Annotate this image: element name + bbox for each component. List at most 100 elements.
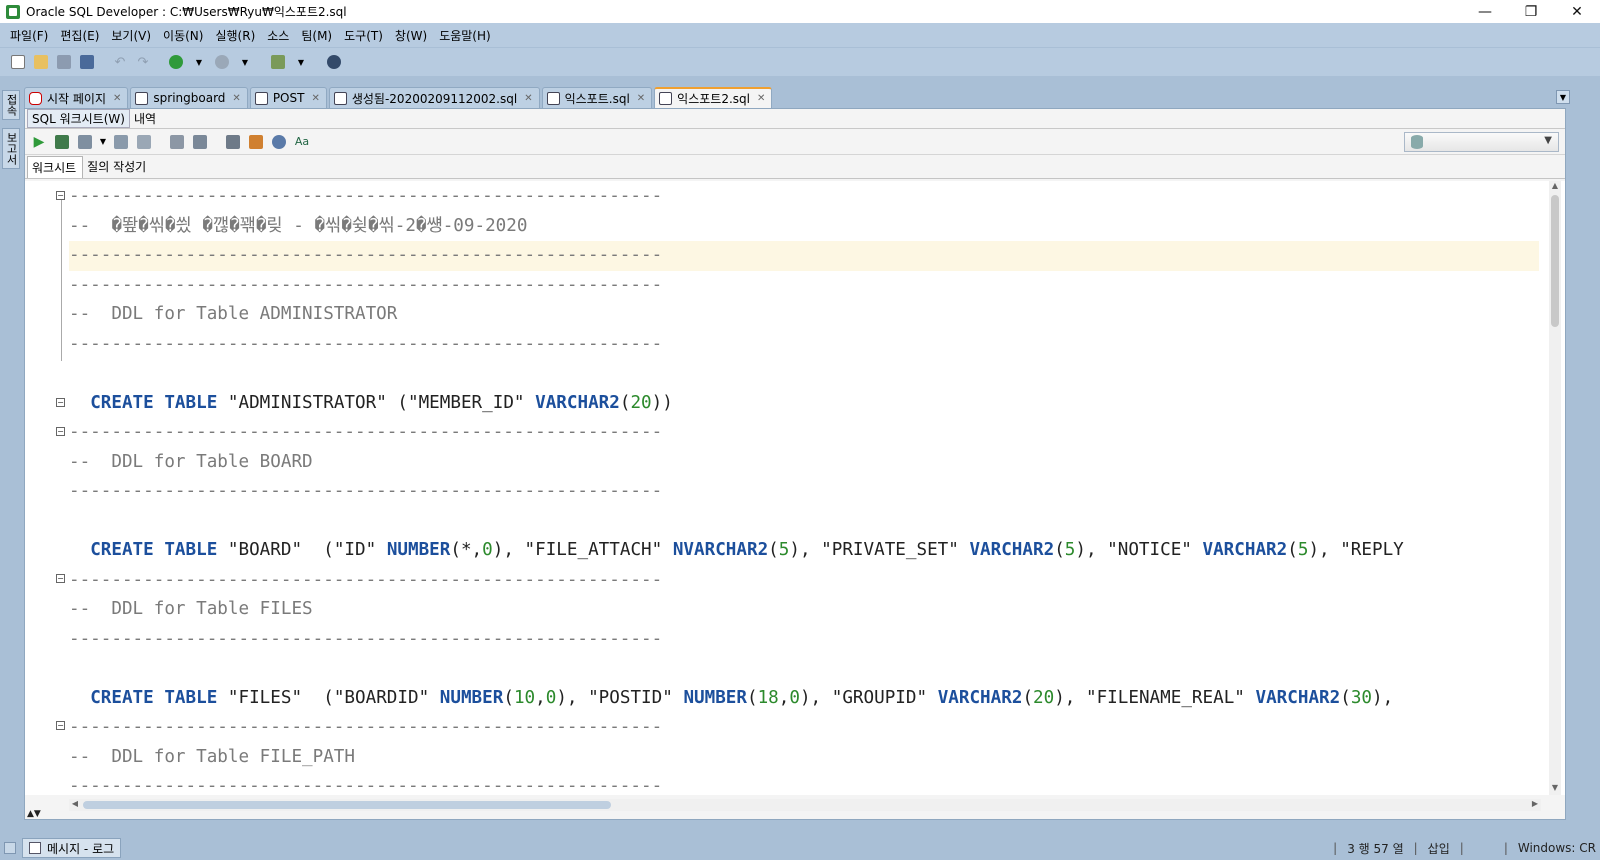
menu-navigate[interactable]: 이동(N) — [157, 27, 209, 44]
connections-dock-tab[interactable]: 접속 — [2, 90, 20, 120]
save-all-icon[interactable] — [77, 52, 97, 72]
save-icon[interactable] — [54, 52, 74, 72]
tab-start-page[interactable]: 시작 페이지 ✕ — [24, 87, 129, 108]
scroll-thumb[interactable] — [1551, 195, 1559, 327]
close-tab-icon[interactable]: ✕ — [232, 93, 240, 104]
tab-springboard[interactable]: springboard ✕ — [130, 87, 248, 108]
code-editor[interactable]: − − − − − ------------------------------… — [25, 181, 1565, 795]
cancel-icon[interactable] — [134, 132, 154, 152]
messages-log-tab[interactable]: 메시지 - 로그 — [22, 838, 122, 858]
run-statement-icon[interactable]: ▶ — [29, 132, 49, 152]
close-tab-icon[interactable]: ✕ — [524, 93, 532, 104]
tab-label: 생성됨-20200209112002.sql — [351, 91, 518, 106]
scroll-left-icon[interactable]: ◀ — [69, 799, 81, 811]
sql-dropdown-icon[interactable]: ▼ — [291, 52, 311, 72]
fold-toggle-icon[interactable]: − — [56, 191, 65, 200]
close-window-button[interactable]: ✕ — [1554, 0, 1600, 23]
binoculars-icon[interactable] — [324, 52, 344, 72]
status-divider: | — [1333, 841, 1338, 855]
forward-icon[interactable] — [212, 52, 232, 72]
menu-team[interactable]: 팀(M) — [295, 27, 338, 44]
menu-file[interactable]: 파일(F) — [4, 27, 54, 44]
explain-plan-icon[interactable] — [167, 132, 187, 152]
comment-line: -- DDL for Table ADMINISTRATOR — [69, 304, 398, 324]
tab-history[interactable]: 내역 — [130, 110, 160, 127]
comment-line: ----------------------------------------… — [69, 717, 663, 737]
close-tab-icon[interactable]: ✕ — [637, 93, 645, 104]
connection-select[interactable]: ▼ — [1404, 132, 1559, 152]
close-tab-icon[interactable]: ✕ — [757, 93, 765, 104]
menu-window[interactable]: 창(W) — [389, 27, 433, 44]
close-tab-icon[interactable]: ✕ — [113, 93, 121, 104]
scroll-up-icon[interactable]: ▲ — [1549, 181, 1561, 193]
back-icon[interactable] — [166, 52, 186, 72]
close-tab-icon[interactable]: ✕ — [311, 93, 319, 104]
sql-history-icon[interactable] — [269, 132, 289, 152]
minimize-button[interactable]: — — [1462, 0, 1508, 23]
vertical-scrollbar[interactable]: ▲ ▼ — [1549, 181, 1561, 795]
fold-toggle-icon[interactable]: − — [56, 427, 65, 436]
title-bar: Oracle SQL Developer : C:₩Users₩Ryu₩익스포트… — [0, 0, 1600, 23]
fold-toggle-icon[interactable]: − — [56, 574, 65, 583]
tab-export2-sql[interactable]: 익스포트2.sql ✕ — [654, 87, 773, 108]
clear-eraser-icon[interactable] — [246, 132, 266, 152]
tab-label: 익스포트.sql — [564, 91, 630, 106]
format-case-icon[interactable]: Aa — [292, 132, 312, 152]
comment-line: ----------------------------------------… — [69, 274, 663, 295]
redo-icon[interactable]: ↷ — [133, 52, 153, 72]
menu-source[interactable]: 소스 — [261, 27, 295, 44]
window-title: Oracle SQL Developer : C:₩Users₩Ryu₩익스포트… — [26, 5, 347, 19]
back-dropdown-icon[interactable]: ▼ — [189, 52, 209, 72]
sql-statement-line: CREATE TABLE "BOARD" ("ID" NUMBER(*,0), … — [90, 540, 1404, 560]
reports-dock-tab[interactable]: 보고서 — [2, 128, 20, 169]
rollback-icon[interactable] — [111, 132, 131, 152]
autotrace-icon[interactable] — [190, 132, 210, 152]
sql-connection-icon[interactable] — [268, 52, 288, 72]
fold-toggle-icon[interactable]: − — [56, 721, 65, 730]
split-pane-icon[interactable]: ▲▼ — [27, 809, 41, 819]
tab-sql-worksheet[interactable]: SQL 워크시트(W) — [27, 109, 130, 128]
commit-icon[interactable] — [75, 132, 95, 152]
editor-panel: SQL 워크시트(W) 내역 ▶ ▼ Aa ▼ 워크시트 질의 작성기 − − … — [24, 108, 1566, 820]
tab-post[interactable]: POST ✕ — [249, 87, 327, 108]
window-controls: — ❐ ✕ — [1462, 0, 1600, 23]
scroll-thumb[interactable] — [83, 801, 611, 809]
run-script-icon[interactable] — [52, 132, 72, 152]
scroll-right-icon[interactable]: ▶ — [1529, 799, 1541, 811]
tab-list-dropdown-icon[interactable]: ▼ — [1556, 90, 1570, 104]
menu-help[interactable]: 도움말(H) — [433, 27, 497, 44]
menu-view[interactable]: 보기(V) — [105, 27, 157, 44]
worksheet-tabs: 워크시트 질의 작성기 — [25, 155, 1565, 179]
scroll-down-icon[interactable]: ▼ — [1549, 783, 1561, 795]
tab-label: springboard — [153, 91, 226, 105]
horizontal-scrollbar[interactable]: ◀ ▶ — [69, 799, 1541, 811]
comment-line: ----------------------------------------… — [69, 628, 663, 649]
tab-generated-sql[interactable]: 생성됨-20200209112002.sql ✕ — [328, 87, 540, 108]
fold-guide — [61, 195, 62, 361]
tab-query-builder[interactable]: 질의 작성기 — [83, 156, 152, 178]
sql-file-icon — [659, 92, 673, 105]
menu-tools[interactable]: 도구(T) — [338, 27, 389, 44]
tab-label: POST — [272, 91, 305, 105]
fold-toggle-icon[interactable]: − — [56, 398, 65, 407]
log-icon — [29, 842, 41, 854]
dock-restore-icon[interactable] — [4, 842, 16, 854]
open-folder-icon[interactable] — [31, 52, 51, 72]
tab-export-sql[interactable]: 익스포트.sql ✕ — [541, 87, 653, 108]
sql-tuning-icon[interactable] — [223, 132, 243, 152]
forward-dropdown-icon[interactable]: ▼ — [235, 52, 255, 72]
editor-tab-bar: 시작 페이지 ✕ springboard ✕ POST ✕ 생성됨-202002… — [24, 86, 1574, 108]
tab-label: 익스포트2.sql — [677, 92, 750, 106]
new-file-icon[interactable] — [8, 52, 28, 72]
table-icon — [254, 91, 268, 105]
menu-run[interactable]: 실행(R) — [209, 27, 261, 44]
status-divider: | — [1413, 841, 1418, 855]
restore-button[interactable]: ❐ — [1508, 0, 1554, 23]
tab-worksheet[interactable]: 워크시트 — [27, 156, 84, 178]
undo-icon[interactable]: ↶ — [110, 52, 130, 72]
commit-dropdown-icon[interactable]: ▼ — [98, 132, 108, 152]
cursor-position: 3 행 57 열 — [1347, 841, 1404, 856]
menu-edit[interactable]: 편집(E) — [54, 27, 105, 44]
code-text[interactable]: ----------------------------------------… — [69, 181, 1539, 795]
